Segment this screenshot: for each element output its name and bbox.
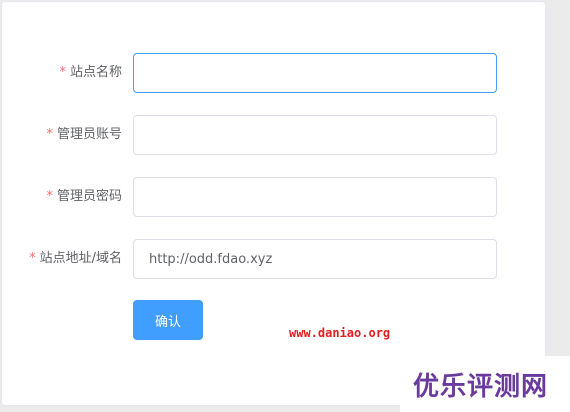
required-mark: * bbox=[46, 189, 53, 204]
admin-password-input[interactable] bbox=[133, 177, 497, 217]
admin-password-label-text: 管理员密码 bbox=[56, 189, 122, 204]
site-url-label: * 站点地址/域名 bbox=[29, 239, 122, 279]
admin-password-label: * 管理员密码 bbox=[46, 177, 122, 217]
site-name-label: * 站点名称 bbox=[59, 53, 122, 93]
watermark-brand: 优乐评测网 bbox=[400, 356, 570, 412]
confirm-button[interactable]: 确认 bbox=[133, 300, 203, 340]
watermark-brand-text: 优乐评测网 bbox=[413, 372, 549, 402]
site-url-input[interactable] bbox=[133, 239, 497, 279]
watermark-url: www.daniao.org bbox=[289, 326, 391, 340]
admin-account-label: * 管理员账号 bbox=[46, 115, 122, 155]
site-name-label-text: 站点名称 bbox=[69, 65, 122, 80]
required-mark: * bbox=[29, 251, 36, 266]
site-name-input[interactable] bbox=[133, 53, 497, 93]
site-url-label-text: 站点地址/域名 bbox=[39, 251, 122, 266]
site-url-row: * 站点地址/域名 bbox=[2, 239, 547, 279]
admin-account-label-text: 管理员账号 bbox=[56, 127, 122, 142]
required-mark: * bbox=[59, 65, 66, 80]
required-mark: * bbox=[46, 127, 53, 142]
admin-password-row: * 管理员密码 bbox=[2, 177, 547, 217]
admin-account-input[interactable] bbox=[133, 115, 497, 155]
admin-account-row: * 管理员账号 bbox=[2, 115, 547, 155]
site-name-row: * 站点名称 bbox=[2, 53, 547, 93]
setup-form-card: *站点名称 *管理员账号 *管理员密码 *站点地址/域名 确认 www.dani… bbox=[1, 1, 546, 406]
